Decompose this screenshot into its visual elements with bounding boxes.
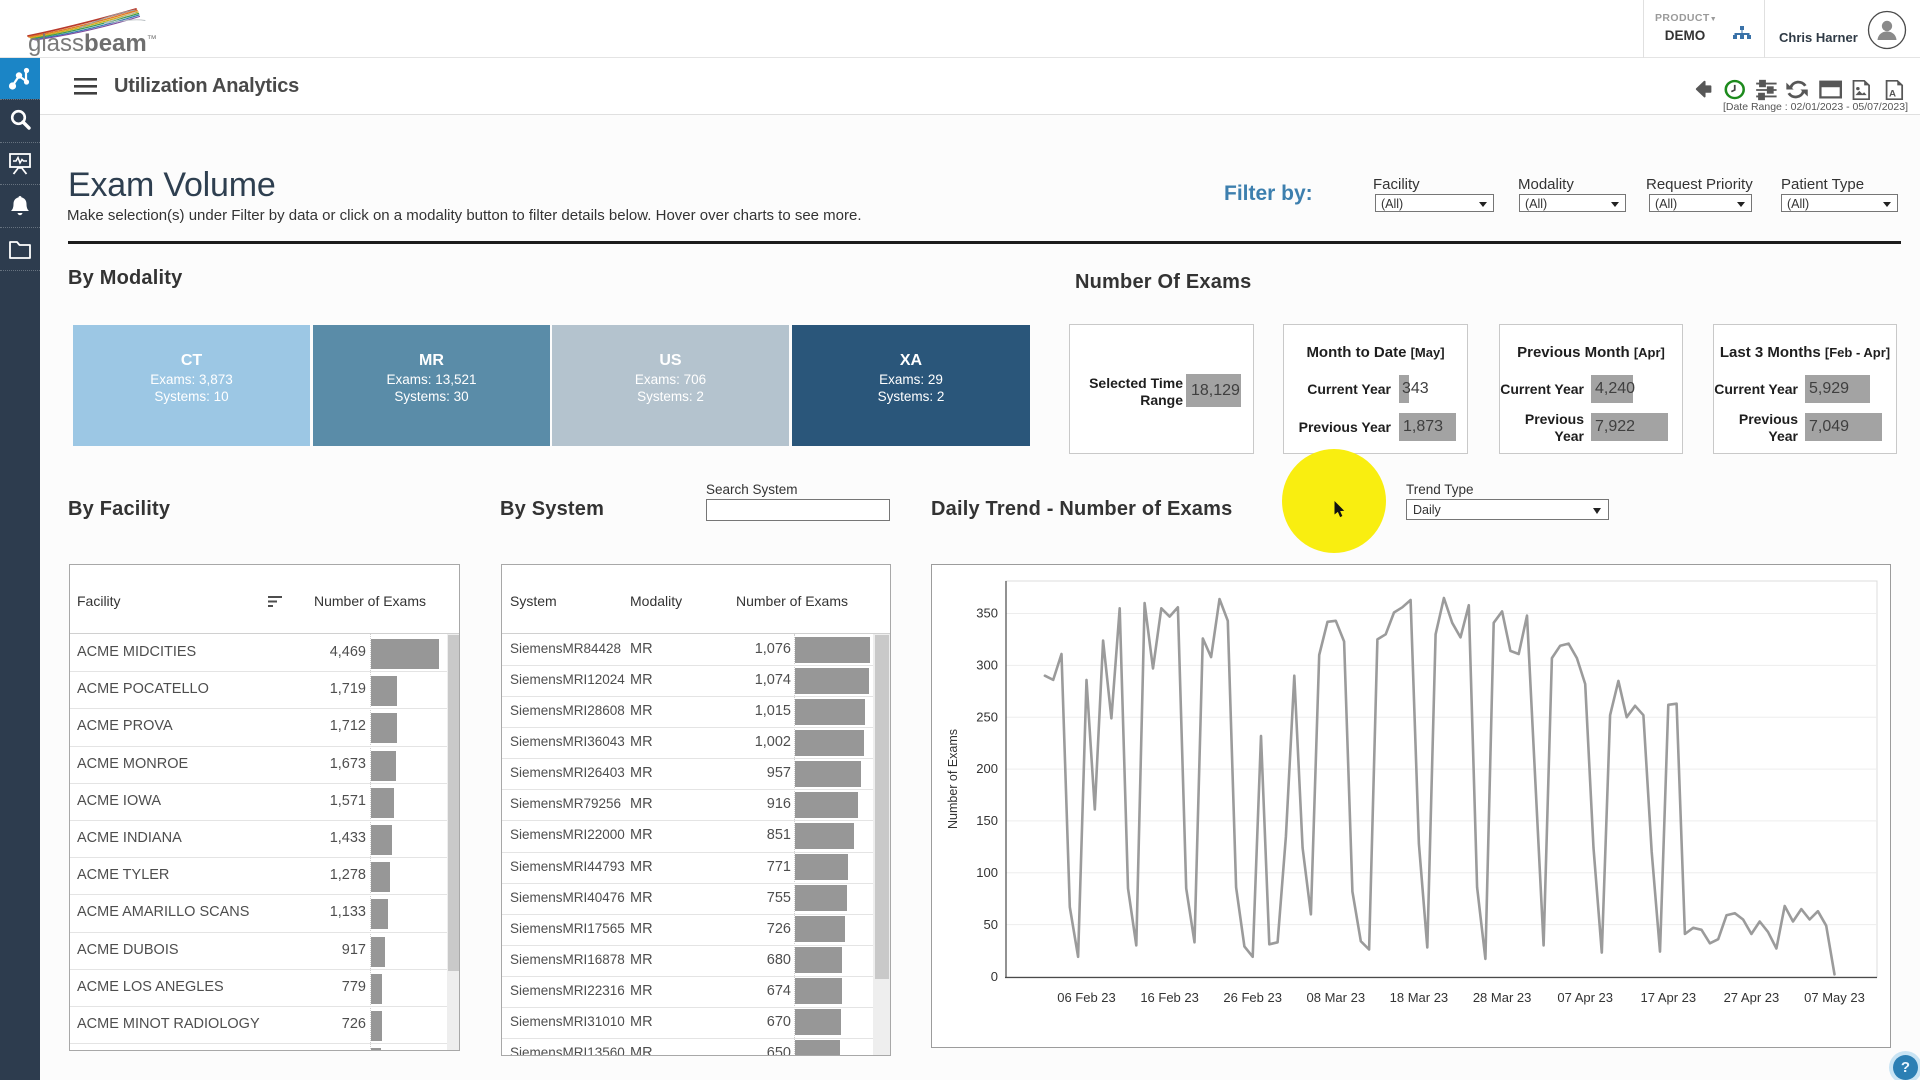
svg-text:27 Apr 23: 27 Apr 23	[1724, 990, 1780, 1005]
svg-text:150: 150	[976, 813, 998, 828]
svg-text:17 Apr 23: 17 Apr 23	[1640, 990, 1696, 1005]
svg-text:Number of Exams: Number of Exams	[946, 729, 960, 829]
svg-text:07 Apr 23: 07 Apr 23	[1557, 990, 1613, 1005]
svg-text:07 May 23: 07 May 23	[1804, 990, 1865, 1005]
svg-text:18 Mar 23: 18 Mar 23	[1390, 990, 1449, 1005]
svg-text:50: 50	[984, 917, 998, 932]
svg-text:06 Feb 23: 06 Feb 23	[1057, 990, 1116, 1005]
svg-text:16 Feb 23: 16 Feb 23	[1140, 990, 1199, 1005]
svg-text:250: 250	[976, 710, 998, 725]
svg-text:08 Mar 23: 08 Mar 23	[1307, 990, 1366, 1005]
svg-text:28 Mar 23: 28 Mar 23	[1473, 990, 1532, 1005]
svg-text:26 Feb 23: 26 Feb 23	[1223, 990, 1282, 1005]
svg-text:glassbeam™: glassbeam™	[28, 30, 157, 56]
svg-text:350: 350	[976, 606, 998, 621]
svg-text:300: 300	[976, 658, 998, 673]
svg-text:100: 100	[976, 865, 998, 880]
svg-text:A: A	[1889, 89, 1896, 100]
svg-text:0: 0	[991, 969, 998, 984]
svg-text:200: 200	[976, 761, 998, 776]
